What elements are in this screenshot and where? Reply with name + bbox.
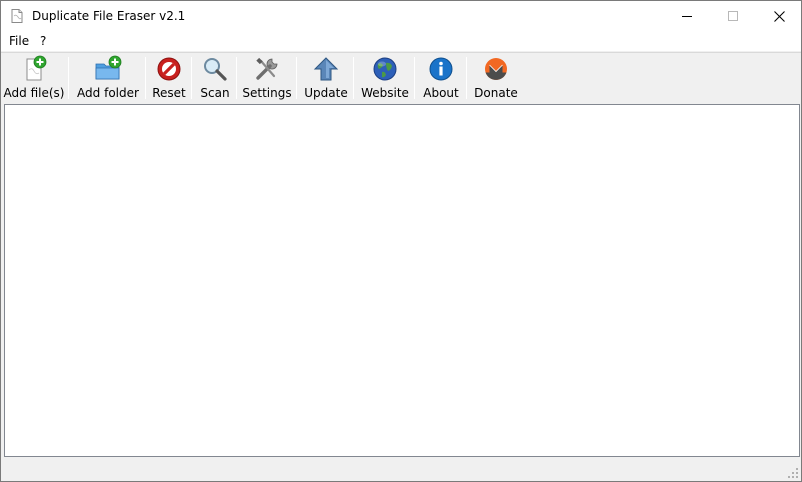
website-button[interactable]: Website <box>360 55 410 101</box>
add-folder-button[interactable]: Add folder <box>77 55 139 101</box>
close-icon <box>773 10 785 22</box>
magnifier-icon <box>204 58 227 81</box>
resize-grip-icon[interactable] <box>787 467 799 479</box>
settings-button[interactable]: Settings <box>242 55 292 101</box>
minimize-button[interactable] <box>664 1 710 31</box>
about-button[interactable]: About <box>421 55 461 101</box>
globe-icon <box>373 57 397 81</box>
status-bar <box>1 459 801 481</box>
maximize-icon <box>728 11 738 21</box>
scan-label: Scan <box>200 86 230 100</box>
no-entry-icon <box>157 57 181 81</box>
toolbar: Add file(s) Add folder Reset Scan Settin… <box>1 52 801 101</box>
reset-button[interactable]: Reset <box>151 55 187 101</box>
file-list[interactable] <box>4 104 800 457</box>
wrench-icon <box>256 57 278 80</box>
settings-label: Settings <box>242 86 292 100</box>
toolbar-separator <box>296 57 297 99</box>
update-button[interactable]: Update <box>303 55 349 101</box>
reset-label: Reset <box>152 86 186 100</box>
up-arrow-icon <box>313 57 339 81</box>
toolbar-separator <box>191 57 192 99</box>
scan-button[interactable]: Scan <box>198 55 232 101</box>
title-bar[interactable]: Duplicate File Eraser v2.1 <box>1 1 801 31</box>
add-files-button[interactable]: Add file(s) <box>3 55 65 101</box>
maximize-button[interactable] <box>710 1 756 31</box>
info-icon <box>429 57 453 81</box>
toolbar-separator <box>414 57 415 99</box>
minimize-icon <box>682 16 692 17</box>
toolbar-separator <box>466 57 467 99</box>
app-window: Duplicate File Eraser v2.1 File ? Add fi… <box>0 0 802 482</box>
add-files-label: Add file(s) <box>3 86 65 100</box>
update-label: Update <box>304 86 348 100</box>
donate-label: Donate <box>474 86 518 100</box>
close-button[interactable] <box>756 1 802 31</box>
about-label: About <box>423 86 459 100</box>
donate-button[interactable]: Donate <box>473 55 519 101</box>
toolbar-separator <box>68 57 69 99</box>
website-label: Website <box>361 86 409 100</box>
menu-bar: File ? <box>1 31 801 51</box>
toolbar-separator <box>236 57 237 99</box>
document-icon <box>9 8 25 24</box>
window-title: Duplicate File Eraser v2.1 <box>32 9 186 23</box>
monero-icon <box>485 58 507 80</box>
toolbar-separator <box>145 57 146 99</box>
add-folder-icon <box>95 55 122 80</box>
add-folder-label: Add folder <box>77 86 139 100</box>
menu-file[interactable]: File <box>7 34 31 48</box>
menu-help[interactable]: ? <box>38 34 48 48</box>
add-file-icon <box>26 55 47 81</box>
toolbar-separator <box>353 57 354 99</box>
